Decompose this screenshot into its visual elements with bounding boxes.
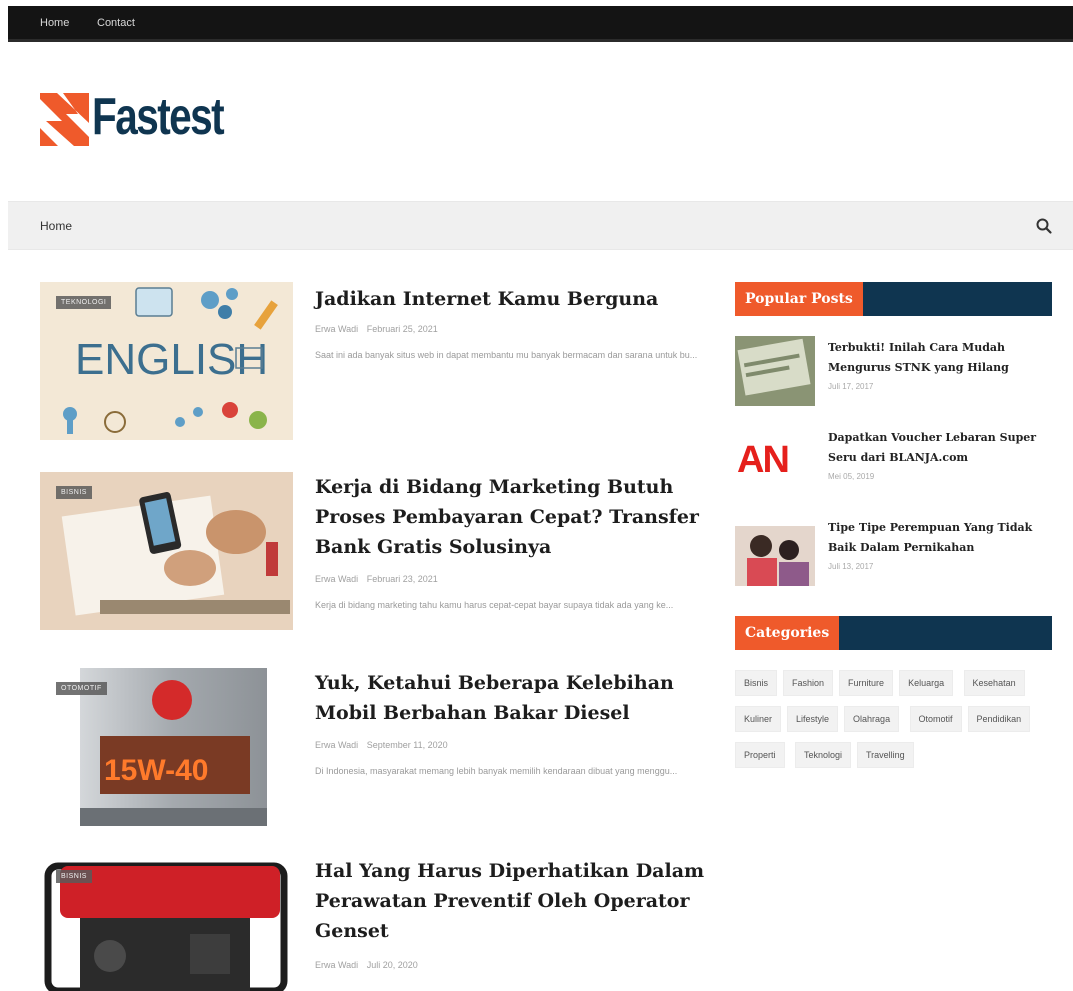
category-tag-fashion[interactable]: Fashion <box>783 670 834 696</box>
post-date: Juli 20, 2020 <box>366 960 418 970</box>
popular-post-item[interactable]: AN Dapatkan Voucher Lebaran Super Seru d… <box>735 426 1052 498</box>
post-thumbnail[interactable]: Bisnis <box>40 856 293 991</box>
popular-post-title[interactable]: Tipe Tipe Perempuan Yang Tidak Baik Dala… <box>828 518 1056 558</box>
category-tag-keluarga[interactable]: Keluarga <box>899 670 954 696</box>
category-tag-kesehatan[interactable]: Kesehatan <box>963 670 1025 696</box>
author-name[interactable]: Erwa Wadi <box>315 574 358 584</box>
popular-post-date: Juli 13, 2017 <box>828 562 874 571</box>
blanja-logo-image: AN <box>735 426 815 496</box>
couple-image <box>735 516 815 586</box>
post-title[interactable]: Kerja di Bidang Marketing Butuh Proses P… <box>315 472 710 562</box>
post-thumbnail[interactable]: ENGLISH Teknologi <box>40 282 293 440</box>
post-title[interactable]: Hal Yang Harus Diperhatikan Dalam Perawa… <box>315 856 710 946</box>
post-title[interactable]: Jadikan Internet Kamu Berguna <box>315 284 710 314</box>
categories-title: Categories <box>735 616 840 650</box>
post-thumbnail[interactable]: Bisnis <box>40 472 293 630</box>
category-tag-olahraga[interactable]: Olahraga <box>844 706 900 732</box>
category-tag-properti[interactable]: Properti <box>735 742 785 768</box>
category-tag-kuliner[interactable]: Kuliner <box>735 706 782 732</box>
post-excerpt: Di Indonesia, masyarakat memang lebih ba… <box>315 766 678 776</box>
topbar-link-home[interactable]: Home <box>40 17 69 29</box>
logo-text: Fastest <box>92 88 225 146</box>
post-meta: Erwa Wadi Februari 23, 2021 <box>315 574 444 584</box>
category-tag-list: Bisnis Fashion Furniture Keluarga Kesehatan… <box>735 670 1055 778</box>
category-badge[interactable]: Teknologi <box>56 296 112 309</box>
post-excerpt: Kerja di bidang marketing tahu kamu haru… <box>315 600 674 610</box>
author-name[interactable]: Erwa Wadi <box>315 960 358 970</box>
categories-header: Categories <box>735 616 1052 650</box>
popular-posts-title: Popular Posts <box>735 282 863 316</box>
oil-grade-text: 15W-40 <box>104 754 208 787</box>
post-card: 15W-40 Otomotif Yuk, Ketahui Beberapa Ke… <box>40 668 710 828</box>
lightning-logo-icon <box>40 93 89 146</box>
voucher-logo-text: AN <box>737 439 788 481</box>
post-card: Bisnis Kerja di Bidang Marketing Butuh P… <box>40 472 710 632</box>
category-tag-otomotif[interactable]: Otomotif <box>909 706 962 732</box>
post-meta: Erwa Wadi Februari 25, 2021 <box>315 324 444 334</box>
category-tag-bisnis[interactable]: Bisnis <box>735 670 778 696</box>
popular-posts-header: Popular Posts <box>735 282 1052 316</box>
author-name[interactable]: Erwa Wadi <box>315 324 358 334</box>
popular-post-title[interactable]: Dapatkan Voucher Lebaran Super Seru dari… <box>828 428 1056 468</box>
category-badge[interactable]: Otomotif <box>56 682 107 695</box>
post-title[interactable]: Yuk, Ketahui Beberapa Kelebihan Mobil Be… <box>315 668 710 728</box>
post-card: ENGLISH Teknologi Jadikan Internet Kamu … <box>40 282 710 442</box>
category-tag-travelling[interactable]: Travelling <box>857 742 914 768</box>
topbar-link-contact[interactable]: Contact <box>97 17 135 29</box>
category-tag-furniture[interactable]: Furniture <box>839 670 894 696</box>
post-date: Februari 23, 2021 <box>366 574 438 584</box>
post-meta: Erwa Wadi September 11, 2020 <box>315 740 454 750</box>
category-tag-pendidikan[interactable]: Pendidikan <box>967 706 1031 732</box>
stnk-document-image <box>735 336 815 406</box>
popular-post-thumbnail[interactable] <box>735 336 815 406</box>
popular-post-title[interactable]: Terbukti! Inilah Cara Mudah Mengurus STN… <box>828 338 1056 378</box>
category-tag-lifestyle[interactable]: Lifestyle <box>787 706 839 732</box>
popular-post-date: Mei 05, 2019 <box>828 472 875 481</box>
post-thumbnail[interactable]: 15W-40 Otomotif <box>40 668 293 826</box>
popular-post-item[interactable]: Terbukti! Inilah Cara Mudah Mengurus STN… <box>735 336 1052 408</box>
post-meta: Erwa Wadi Juli 20, 2020 <box>315 960 424 970</box>
search-icon[interactable] <box>1035 217 1053 235</box>
popular-post-date: Juli 17, 2017 <box>828 382 874 391</box>
post-date: Februari 25, 2021 <box>366 324 438 334</box>
post-excerpt: Saat ini ada banyak situs web in dapat m… <box>315 350 698 360</box>
popular-post-thumbnail[interactable] <box>735 516 815 586</box>
main-nav: Home <box>8 201 1073 250</box>
category-tag-teknologi[interactable]: Teknologi <box>794 742 851 768</box>
author-name[interactable]: Erwa Wadi <box>315 740 358 750</box>
english-text: ENGLISH <box>75 335 268 384</box>
top-bar: Home Contact <box>8 6 1073 42</box>
nav-item-home[interactable]: Home <box>40 219 72 233</box>
post-date: September 11, 2020 <box>366 740 448 750</box>
popular-post-item[interactable]: Tipe Tipe Perempuan Yang Tidak Baik Dala… <box>735 516 1052 588</box>
category-badge[interactable]: Bisnis <box>56 870 92 883</box>
popular-post-thumbnail[interactable]: AN <box>735 426 815 496</box>
category-badge[interactable]: Bisnis <box>56 486 92 499</box>
post-card: Bisnis Hal Yang Harus Diperhatikan Dalam… <box>40 856 710 991</box>
